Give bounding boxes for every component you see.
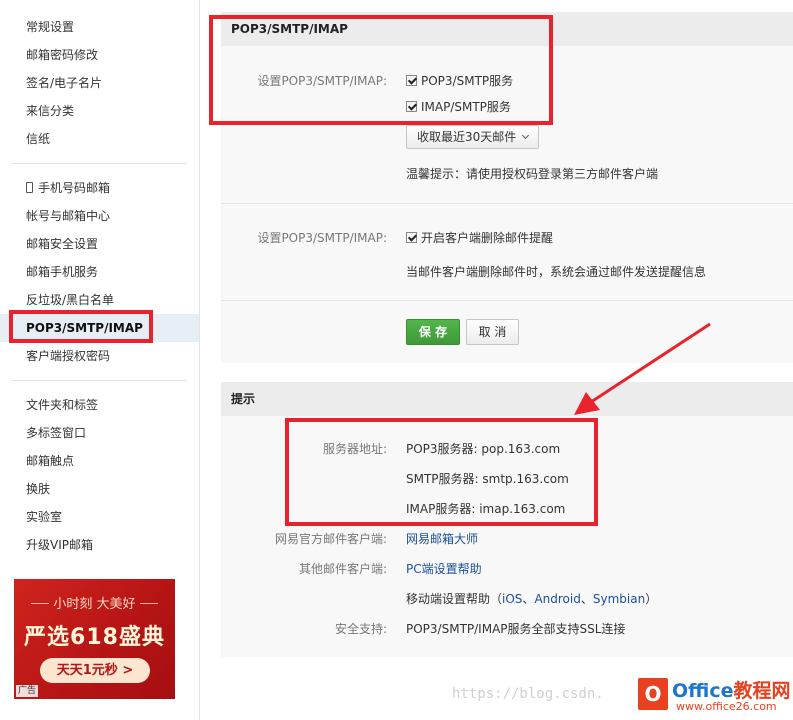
sidebar-item-folders-tags[interactable]: 文件夹和标签 <box>0 391 199 419</box>
sidebar-item-skin[interactable]: 换肤 <box>0 475 199 503</box>
section-divider <box>221 300 793 301</box>
delete-notify-checkbox[interactable]: 开启客户端删除邮件提醒 <box>406 229 553 246</box>
mobile-help-row: 移动端设置帮助（iOS、Android、Symbian） <box>406 590 657 607</box>
highlight-box-sidebar-pop3 <box>9 310 153 343</box>
official-client-row: 网易邮箱大师 <box>406 530 478 547</box>
promo-ad-banner[interactable]: 小时刻 大美好 严选618盛典 天天1元秒 > 广告 <box>14 579 175 699</box>
logo-name-a: Office <box>672 680 734 702</box>
chevron-down-icon <box>522 131 530 140</box>
official-client-link[interactable]: 网易邮箱大师 <box>406 532 478 546</box>
separator: 、 <box>522 592 535 606</box>
logo-name: Office教程网 <box>672 676 791 703</box>
sidebar-item-general[interactable]: 常规设置 <box>0 13 199 41</box>
other-client-label: 其他邮件客户端: <box>298 562 387 576</box>
logo-name-b: 教程网 <box>733 680 791 702</box>
sidebar-item-mail-filter[interactable]: 来信分类 <box>0 97 199 125</box>
sidebar-item-mobile-service[interactable]: 邮箱手机服务 <box>0 258 199 286</box>
section-divider <box>221 203 793 204</box>
sidebar-item-phone-mailbox[interactable]: 手机号码邮箱 <box>0 174 199 202</box>
site-logo-watermark: O Office教程网 www.office26.com <box>636 672 793 718</box>
security-value: POP3/SMTP/IMAP服务全部支持SSL连接 <box>406 622 626 636</box>
sidebar-item-account-center[interactable]: 帐号与邮箱中心 <box>0 202 199 230</box>
office-logo-icon: O <box>638 678 668 710</box>
blog-watermark: https://blog.csdn. <box>452 686 604 702</box>
sidebar-group-account: 手机号码邮箱 帐号与邮箱中心 邮箱安全设置 邮箱手机服务 反垃圾/黑白名单 PO… <box>0 170 199 374</box>
ad-tag: 广告 <box>16 685 39 697</box>
checkbox-checked-icon[interactable] <box>406 232 417 243</box>
sidebar-item-multi-tab[interactable]: 多标签窗口 <box>0 419 199 447</box>
setting-label: 设置POP3/SMTP/IMAP: <box>257 231 387 245</box>
official-client-label: 网易官方邮件客户端: <box>274 532 387 546</box>
highlight-box-server-address <box>285 418 598 526</box>
auth-code-tip: 温馨提示：请使用授权码登录第三方邮件客户端 <box>406 167 659 181</box>
settings-sidebar: 常规设置 邮箱密码修改 签名/电子名片 来信分类 信纸 手机号码邮箱 帐号与邮箱… <box>0 0 200 720</box>
sidebar-divider <box>12 380 187 381</box>
sidebar-item-lab[interactable]: 实验室 <box>0 503 199 531</box>
sidebar-item-client-auth-password[interactable]: 客户端授权密码 <box>0 342 199 370</box>
security-label: 安全支持: <box>334 622 387 636</box>
mobile-help-suffix: ） <box>645 592 658 606</box>
sidebar-item-stationery[interactable]: 信纸 <box>0 125 199 153</box>
pc-help-link[interactable]: PC端设置帮助 <box>406 562 482 576</box>
sidebar-item-touchpoint[interactable]: 邮箱触点 <box>0 447 199 475</box>
sidebar-item-password[interactable]: 邮箱密码修改 <box>0 41 199 69</box>
pc-help-row: PC端设置帮助 <box>406 560 482 577</box>
sidebar-item-upgrade-vip[interactable]: 升级VIP邮箱 <box>0 531 199 559</box>
ad-subtitle: 小时刻 大美好 <box>14 593 175 612</box>
phone-icon <box>26 182 33 193</box>
ad-title: 严选618盛典 <box>24 625 165 650</box>
logo-url: www.office26.com <box>676 700 777 713</box>
sidebar-group-basic: 常规设置 邮箱密码修改 签名/电子名片 来信分类 信纸 <box>0 0 199 157</box>
arrow-annotation-icon <box>574 322 711 415</box>
ad-cta-button[interactable]: 天天1元秒 > <box>40 658 150 683</box>
symbian-help-link[interactable]: Symbian <box>593 592 645 606</box>
receive-range-row: 收取最近30天邮件 <box>406 125 540 149</box>
highlight-box-pop3-header <box>209 15 553 125</box>
sidebar-item-signature[interactable]: 签名/电子名片 <box>0 69 199 97</box>
receive-range-value: 收取最近30天邮件 <box>417 130 517 144</box>
sidebar-divider <box>12 163 187 164</box>
receive-range-select[interactable]: 收取最近30天邮件 <box>406 125 540 149</box>
delete-notify-label: 开启客户端删除邮件提醒 <box>421 231 554 245</box>
save-button[interactable]: 保 存 <box>406 319 460 345</box>
cancel-button[interactable]: 取 消 <box>466 319 519 345</box>
sidebar-group-other: 文件夹和标签 多标签窗口 邮箱触点 换肤 实验室 升级VIP邮箱 <box>0 387 199 563</box>
sidebar-item-security[interactable]: 邮箱安全设置 <box>0 230 199 258</box>
sidebar-item-label: 手机号码邮箱 <box>38 181 111 195</box>
mobile-help-prefix: 移动端设置帮助（ <box>406 592 503 606</box>
android-help-link[interactable]: Android <box>534 592 580 606</box>
delete-notify-desc: 当邮件客户端删除邮件时，系统会通过邮件发送提醒信息 <box>406 265 707 279</box>
separator: 、 <box>580 592 593 606</box>
ios-help-link[interactable]: iOS <box>502 592 522 606</box>
